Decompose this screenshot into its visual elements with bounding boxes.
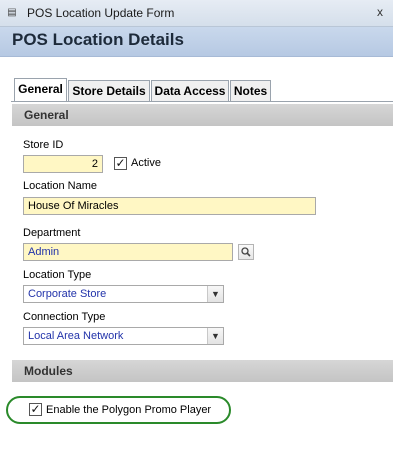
tab-data-access-label: Data Access bbox=[154, 84, 226, 98]
window-title-bar: ▤ POS Location Update Form x bbox=[0, 0, 393, 27]
connection-type-label: Connection Type bbox=[23, 311, 106, 323]
tab-general-label: General bbox=[18, 82, 63, 96]
department-lookup-button[interactable] bbox=[238, 244, 254, 260]
checkmark-icon: ✓ bbox=[30, 402, 41, 416]
department-label: Department bbox=[23, 227, 81, 239]
tab-store-details-label: Store Details bbox=[72, 84, 146, 98]
active-label: Active bbox=[131, 157, 161, 169]
section-general: General bbox=[12, 104, 393, 126]
tab-notes-label: Notes bbox=[233, 84, 268, 98]
department-field[interactable]: Admin bbox=[23, 243, 233, 261]
tab-store-details[interactable]: Store Details bbox=[68, 80, 150, 101]
tab-divider bbox=[11, 101, 393, 102]
chevron-down-icon[interactable]: ▼ bbox=[207, 328, 223, 344]
close-icon[interactable]: x bbox=[377, 5, 383, 19]
section-general-title: General bbox=[24, 108, 69, 122]
location-type-label: Location Type bbox=[23, 269, 92, 281]
form-icon: ▤ bbox=[7, 7, 17, 18]
tab-general[interactable]: General bbox=[14, 78, 67, 101]
location-type-value: Corporate Store bbox=[28, 288, 107, 300]
location-name-label: Location Name bbox=[23, 180, 97, 192]
magnifier-icon bbox=[241, 247, 251, 257]
section-modules: Modules bbox=[12, 360, 393, 382]
checkmark-icon: ✓ bbox=[115, 156, 126, 170]
section-modules-title: Modules bbox=[24, 364, 73, 378]
page-header: POS Location Details bbox=[0, 27, 393, 57]
connection-type-value: Local Area Network bbox=[28, 330, 124, 342]
window-title: POS Location Update Form bbox=[27, 6, 175, 20]
active-checkbox[interactable]: ✓ bbox=[114, 157, 127, 170]
polygon-promo-checkbox[interactable]: ✓ bbox=[29, 403, 42, 416]
tab-notes[interactable]: Notes bbox=[230, 80, 271, 101]
tab-data-access[interactable]: Data Access bbox=[151, 80, 229, 101]
store-id-field[interactable]: 2 bbox=[23, 155, 103, 173]
store-id-label: Store ID bbox=[23, 139, 64, 151]
location-type-select[interactable]: Corporate Store ▼ bbox=[23, 285, 224, 303]
connection-type-select[interactable]: Local Area Network ▼ bbox=[23, 327, 224, 345]
chevron-down-icon[interactable]: ▼ bbox=[207, 286, 223, 302]
page-title: POS Location Details bbox=[12, 30, 184, 49]
location-name-field[interactable]: House Of Miracles bbox=[23, 197, 316, 215]
polygon-promo-label: Enable the Polygon Promo Player bbox=[46, 404, 212, 416]
